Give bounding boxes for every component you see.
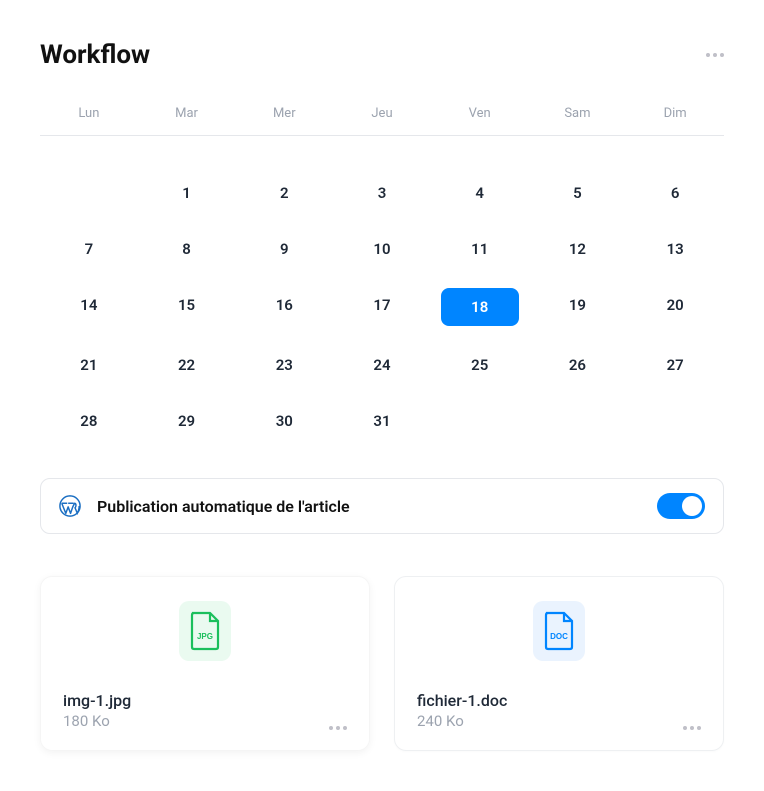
calendar-day[interactable]: 11 [431, 232, 529, 266]
svg-text:JPG: JPG [197, 632, 213, 641]
calendar-day[interactable]: 5 [529, 176, 627, 210]
weekday-label: Dim [626, 106, 724, 121]
calendar-day[interactable]: 14 [40, 288, 138, 326]
more-icon[interactable] [706, 53, 724, 57]
file-more-icon[interactable] [683, 726, 701, 730]
weekday-label: Lun [40, 106, 138, 121]
calendar-day[interactable]: 6 [626, 176, 724, 210]
calendar-day[interactable]: 12 [529, 232, 627, 266]
calendar-day[interactable]: 20 [626, 288, 724, 326]
calendar-day[interactable]: 22 [138, 348, 236, 382]
calendar: LunMarMerJeuVenSamDim 123456789101112131… [40, 106, 724, 438]
svg-text:DOC: DOC [550, 632, 568, 641]
file-name: fichier-1.doc [417, 691, 507, 710]
calendar-day[interactable]: 19 [529, 288, 627, 326]
calendar-day[interactable]: 25 [431, 348, 529, 382]
auto-publish-label: Publication automatique de l'article [97, 497, 657, 516]
file-more-icon[interactable] [329, 726, 347, 730]
calendar-day[interactable]: 8 [138, 232, 236, 266]
page-title: Workflow [40, 40, 150, 70]
calendar-day[interactable]: 27 [626, 348, 724, 382]
file-type-icon: DOC [533, 601, 585, 661]
calendar-day[interactable]: 24 [333, 348, 431, 382]
file-size: 240 Ko [417, 712, 507, 730]
file-size: 180 Ko [63, 712, 131, 730]
file-card[interactable]: JPG img-1.jpg 180 Ko [40, 576, 370, 751]
calendar-day[interactable]: 4 [431, 176, 529, 210]
calendar-day[interactable]: 28 [40, 404, 138, 438]
calendar-day[interactable]: 13 [626, 232, 724, 266]
weekday-label: Ven [431, 106, 529, 121]
calendar-day[interactable]: 23 [235, 348, 333, 382]
weekday-label: Sam [529, 106, 627, 121]
calendar-day[interactable]: 29 [138, 404, 236, 438]
calendar-day[interactable]: 16 [235, 288, 333, 326]
calendar-day[interactable]: 31 [333, 404, 431, 438]
calendar-day[interactable]: 10 [333, 232, 431, 266]
calendar-day[interactable]: 7 [40, 232, 138, 266]
calendar-day[interactable]: 30 [235, 404, 333, 438]
file-card[interactable]: DOC fichier-1.doc 240 Ko [394, 576, 724, 751]
calendar-day[interactable]: 15 [138, 288, 236, 326]
calendar-day[interactable]: 26 [529, 348, 627, 382]
calendar-day[interactable]: 9 [235, 232, 333, 266]
auto-publish-toggle[interactable] [657, 493, 705, 519]
auto-publish-row: Publication automatique de l'article [40, 478, 724, 534]
calendar-day[interactable]: 21 [40, 348, 138, 382]
calendar-day[interactable]: 3 [333, 176, 431, 210]
weekday-label: Mar [138, 106, 236, 121]
weekday-label: Jeu [333, 106, 431, 121]
calendar-day[interactable]: 2 [235, 176, 333, 210]
wordpress-icon [59, 495, 81, 517]
weekday-label: Mer [235, 106, 333, 121]
file-name: img-1.jpg [63, 691, 131, 710]
calendar-day[interactable]: 1 [138, 176, 236, 210]
calendar-day[interactable]: 17 [333, 288, 431, 326]
calendar-day[interactable]: 18 [441, 288, 519, 326]
file-type-icon: JPG [179, 601, 231, 661]
